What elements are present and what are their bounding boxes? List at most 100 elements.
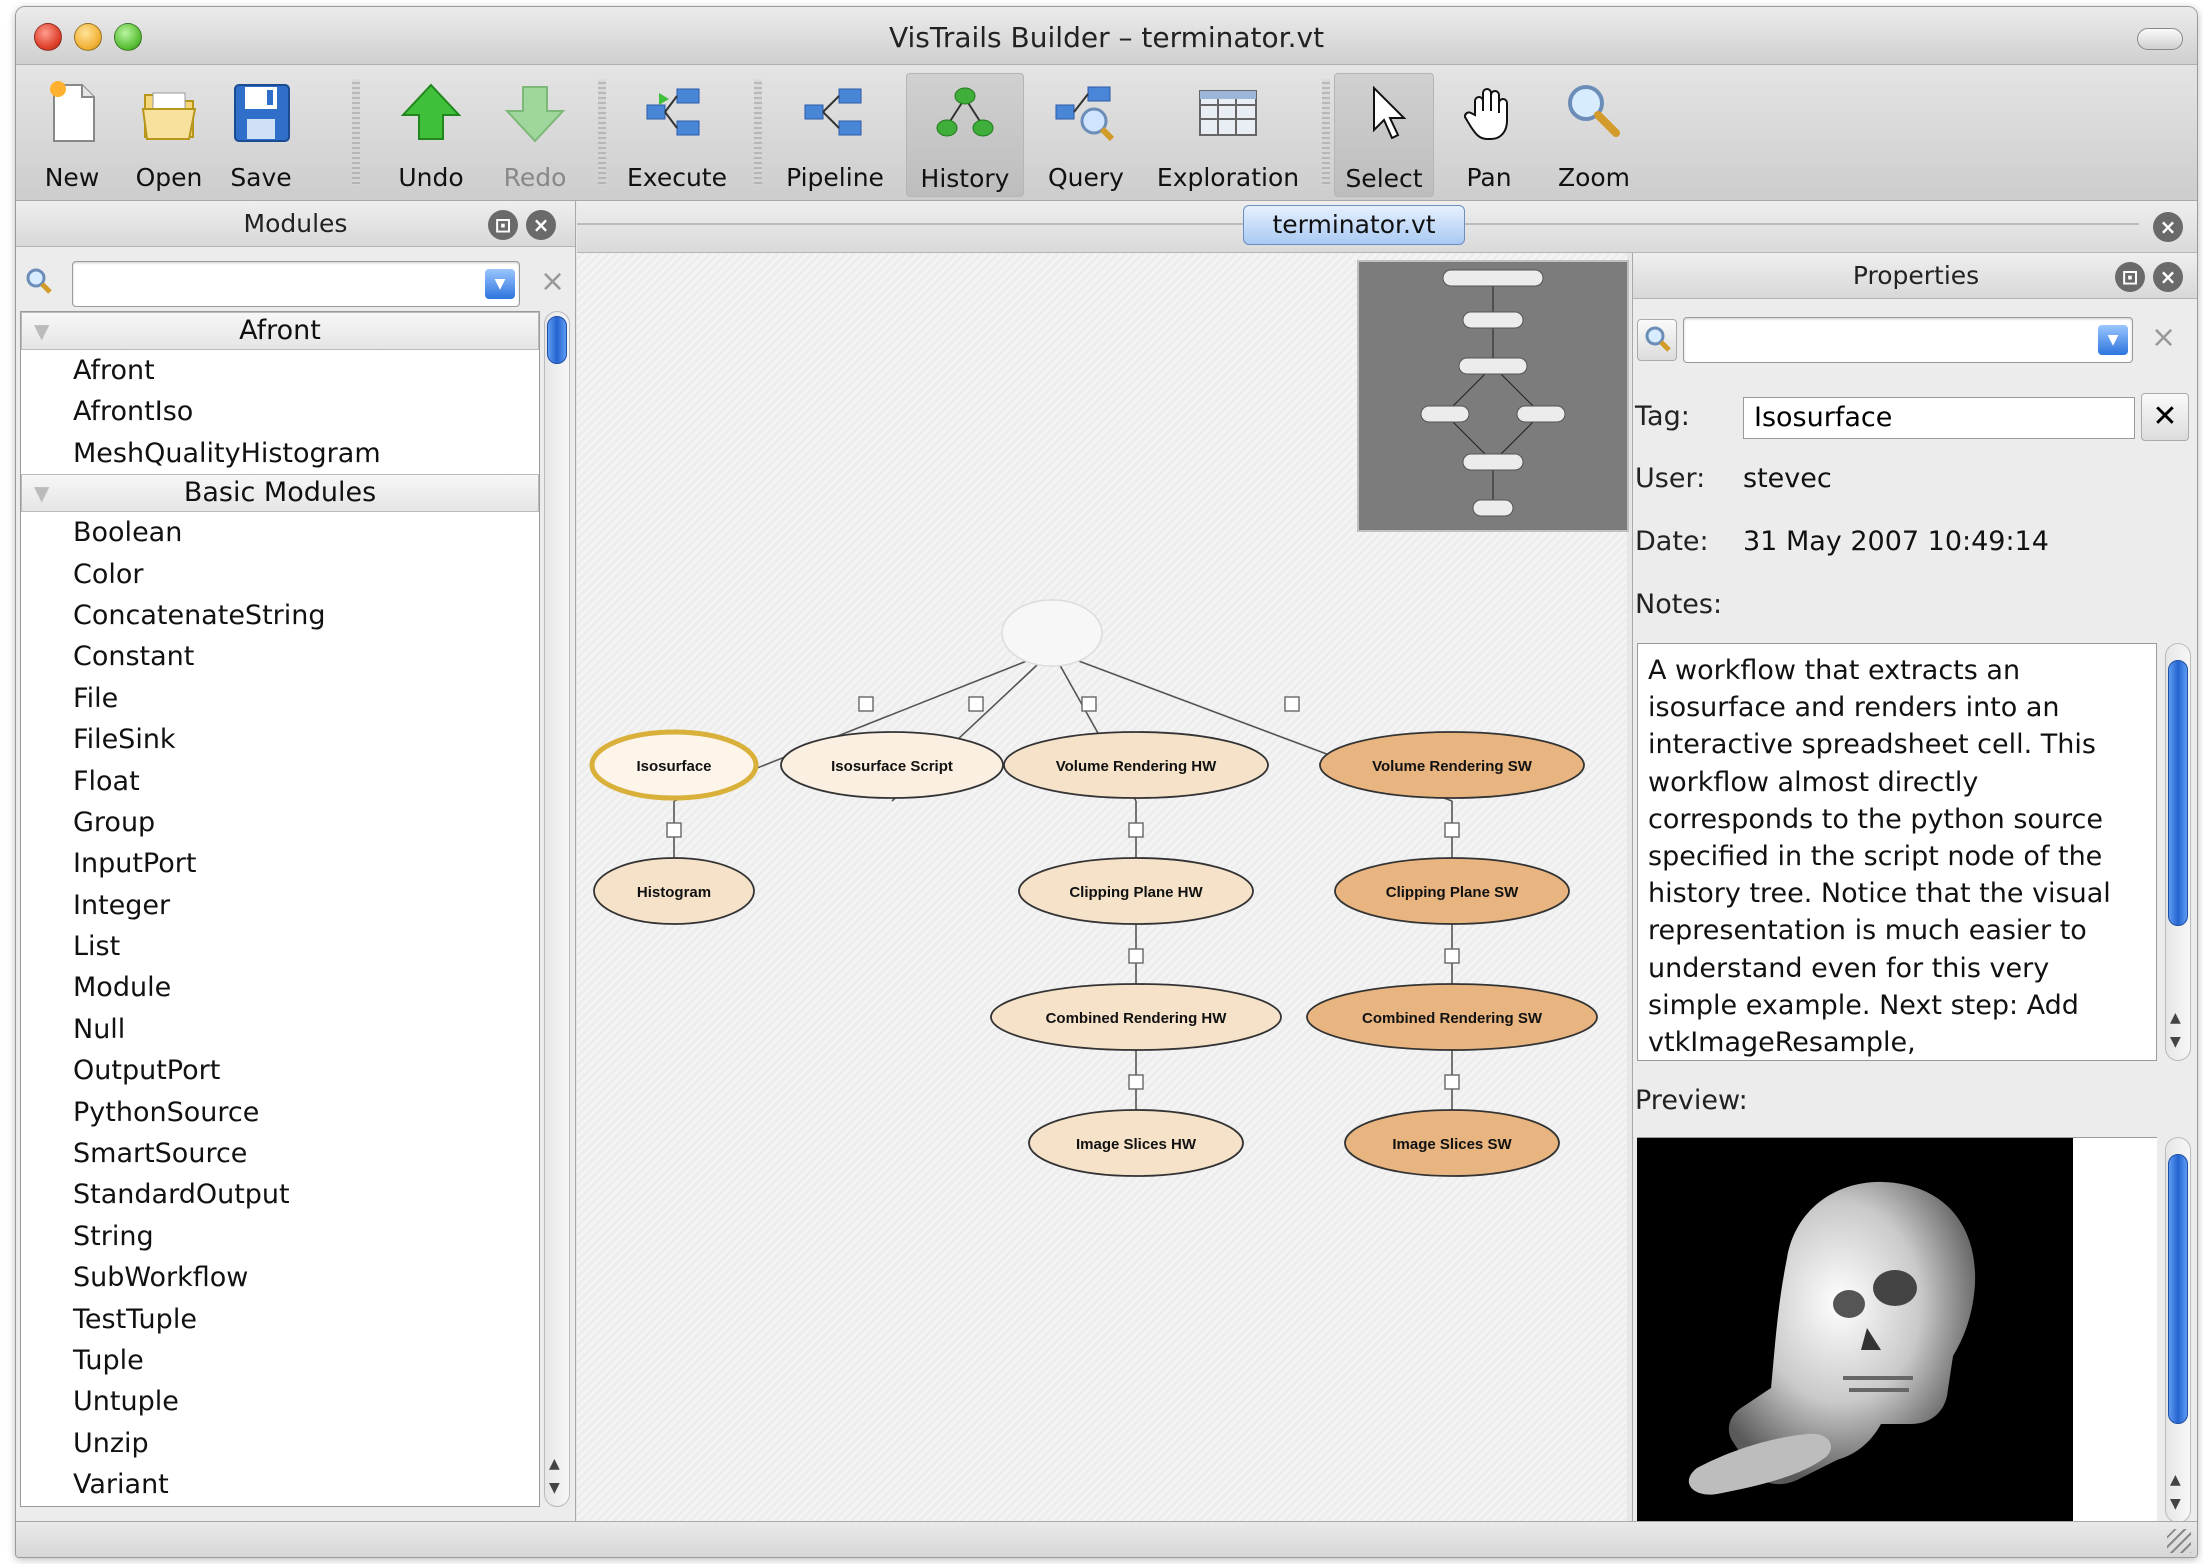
pipeline-button[interactable]: Pipeline [776,73,894,197]
node-isosurface-script[interactable]: Isosurface Script [780,731,1004,799]
module-tree-scrollbar[interactable]: ▲ ▼ [544,311,570,1507]
module-list-item[interactable]: OutputPort [21,1050,539,1091]
node-histogram[interactable]: Histogram [593,857,755,925]
module-list-item[interactable]: File [21,678,539,719]
module-list-item[interactable]: Variant [21,1464,539,1505]
resize-grip[interactable] [2167,1529,2191,1553]
scroll-thumb[interactable] [2168,1154,2188,1424]
query-button[interactable]: Query [1036,73,1136,197]
notes-line: understand even for this very [1648,952,2050,984]
node-combined-rendering-sw[interactable]: Combined Rendering SW [1306,983,1598,1051]
notes-textarea[interactable]: A workflow that extracts an isosurface an… [1637,643,2157,1061]
module-list-item[interactable]: SmartSource [21,1133,539,1174]
minimap[interactable] [1357,260,1629,532]
module-list-item[interactable]: Tuple [21,1340,539,1381]
svg-text:Clipping Plane SW: Clipping Plane SW [1386,884,1519,901]
window-title: VisTrails Builder – terminator.vt [888,21,1325,54]
undo-button[interactable]: Undo [386,73,476,197]
module-list-item[interactable]: Color [21,554,539,595]
node-combined-rendering-hw[interactable]: Combined Rendering HW [990,983,1282,1051]
module-list-item[interactable]: MeshQualityHistogram [21,433,539,474]
module-list-item[interactable]: AfrontIso [21,391,539,432]
module-list-item[interactable]: InputPort [21,843,539,884]
category-basic-modules[interactable]: ▼ Basic Modules [21,474,539,513]
module-list-item[interactable]: List [21,926,539,967]
module-list-item[interactable]: Constant [21,636,539,677]
node-volume-rendering-hw[interactable]: Volume Rendering HW [1003,731,1269,799]
category-afront[interactable]: ▼ Afront [21,312,539,350]
node-clipping-plane-hw[interactable]: Clipping Plane HW [1018,857,1254,925]
module-list-item[interactable]: Group [21,802,539,843]
node-isosurface[interactable]: Isosurface [589,729,759,801]
scroll-up-arrow[interactable]: ▲ [549,1456,560,1472]
module-list-item[interactable]: ConcatenateString [21,595,539,636]
select-button[interactable]: Select [1334,73,1434,197]
properties-search-input[interactable]: ▼ [1683,317,2133,363]
history-button[interactable]: History [906,73,1024,197]
redo-button[interactable]: Redo [490,73,580,197]
exploration-button[interactable]: Exploration [1148,73,1308,197]
zoom-button[interactable]: Zoom [1546,73,1642,197]
float-panel-button[interactable]: ⊡ [2115,262,2145,292]
close-tab-button[interactable]: × [2153,212,2183,242]
close-panel-button[interactable]: × [526,210,556,240]
tag-input[interactable]: Isosurface [1743,397,2135,439]
module-list-item[interactable]: Boolean [21,512,539,553]
spreadsheet-grid-icon [1199,90,1257,136]
version-tree-canvas[interactable]: Isosurface Isosurface Script Volume Rend… [577,253,1629,1523]
search-dropdown-button[interactable]: ▼ [485,269,515,299]
preview-scrollbar[interactable]: ▲ ▼ [2165,1137,2191,1523]
module-list-item[interactable]: Null [21,1009,539,1050]
history-tree-icon [936,87,994,137]
close-panel-button[interactable]: × [2153,262,2183,292]
module-search-input[interactable]: ▼ [72,261,520,307]
float-panel-button[interactable]: ⊡ [488,210,518,240]
module-list-item[interactable]: SubWorkflow [21,1257,539,1298]
save-button[interactable]: Save [216,73,306,197]
toolbar-toggle-button[interactable] [2137,28,2183,50]
user-value: stevec [1743,463,1832,494]
node-image-slices-sw[interactable]: Image Slices SW [1344,1109,1560,1177]
clear-search-button[interactable]: × [2151,321,2176,355]
properties-search-icon[interactable] [1637,319,1677,361]
node-clipping-plane-sw[interactable]: Clipping Plane SW [1334,857,1570,925]
pan-button[interactable]: Pan [1446,73,1532,197]
clear-tag-button[interactable]: ✕ [2141,393,2189,441]
module-list-item[interactable]: Afront [21,350,539,391]
new-button[interactable]: New [28,73,116,197]
module-list-item[interactable]: FileSink [21,719,539,760]
svg-text:Combined Rendering HW: Combined Rendering HW [1046,1010,1228,1027]
scroll-thumb[interactable] [2168,660,2188,926]
new-document-icon [50,81,95,142]
module-list-item[interactable]: Untuple [21,1381,539,1422]
module-list-item[interactable]: StandardOutput [21,1174,539,1215]
node-image-slices-hw[interactable]: Image Slices HW [1028,1109,1244,1177]
module-list-item[interactable]: Float [21,761,539,802]
scroll-up-arrow[interactable]: ▲ [2170,1010,2181,1026]
module-list-item[interactable]: Module [21,967,539,1008]
module-list-item[interactable]: TestTuple [21,1299,539,1340]
notes-line: history tree. Notice that the visual [1648,878,2111,910]
open-button[interactable]: Open [124,73,214,197]
pointer-arrow-icon [1373,85,1407,140]
status-bar [16,1521,2197,1557]
module-list-item[interactable]: Unzip [21,1423,539,1464]
notes-line: vtkImageResample, [1648,1027,1916,1059]
node-volume-rendering-sw[interactable]: Volume Rendering SW [1319,731,1585,799]
clear-search-button[interactable]: × [540,265,565,299]
properties-panel: Properties ⊡ × ▼ × Tag: Isosurface ✕ Use… [1632,253,2197,1523]
scroll-up-arrow[interactable]: ▲ [2170,1472,2181,1488]
notes-scrollbar[interactable]: ▲ ▼ [2165,643,2191,1061]
tab-terminator[interactable]: terminator.vt [1243,205,1465,245]
module-list-item[interactable]: Integer [21,885,539,926]
toolbar-separator [1322,79,1330,185]
scroll-thumb[interactable] [547,316,567,364]
execute-button[interactable]: Execute [620,73,734,197]
scroll-down-arrow[interactable]: ▼ [549,1480,560,1496]
module-list-item[interactable]: PythonSource [21,1092,539,1133]
search-dropdown-button[interactable]: ▼ [2098,325,2128,355]
module-list-item[interactable]: String [21,1216,539,1257]
properties-panel-header: Properties ⊡ × [1633,253,2197,299]
scroll-down-arrow[interactable]: ▼ [2170,1496,2181,1512]
scroll-down-arrow[interactable]: ▼ [2170,1034,2181,1050]
